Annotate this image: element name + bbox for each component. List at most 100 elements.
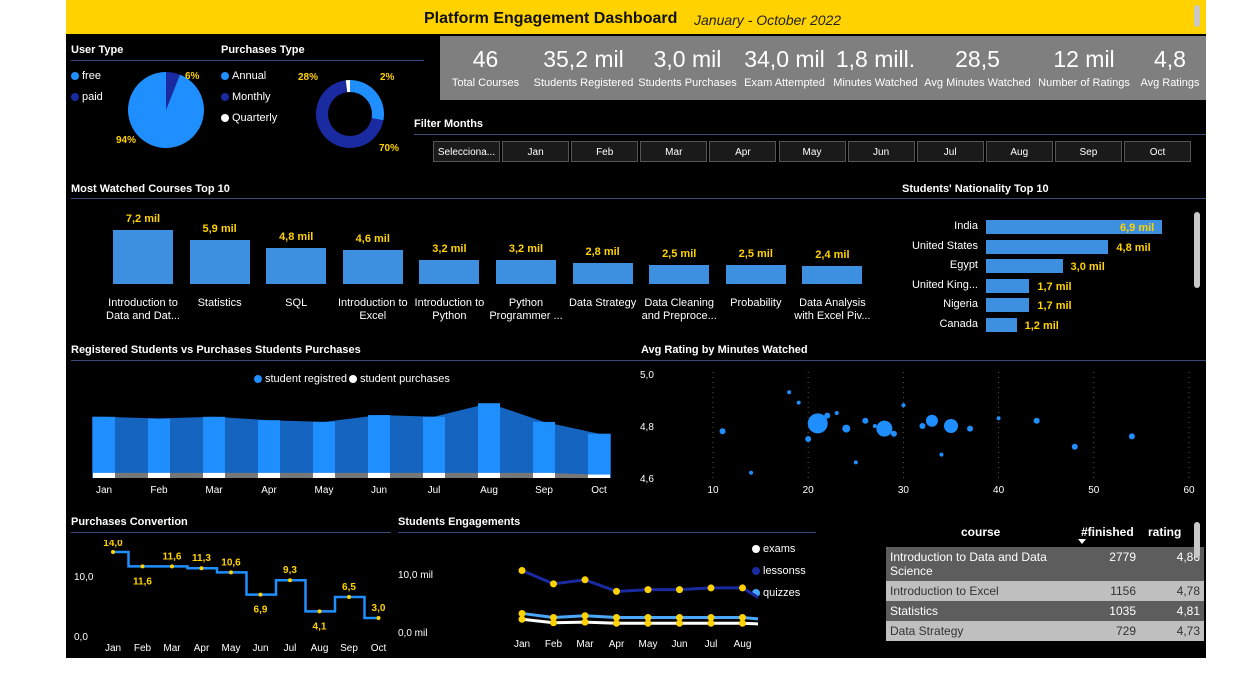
registered-bar[interactable] xyxy=(588,433,610,478)
conversion-point[interactable] xyxy=(229,570,233,575)
registered-bar[interactable] xyxy=(533,421,555,478)
scatter-point[interactable] xyxy=(834,411,839,415)
scatter-point[interactable] xyxy=(1071,443,1078,450)
engagement-point[interactable] xyxy=(613,614,620,621)
scatter-point[interactable] xyxy=(749,470,754,475)
filter-month-button[interactable]: Apr xyxy=(709,141,777,162)
conversion-point[interactable] xyxy=(258,592,263,597)
scatter-point[interactable] xyxy=(842,424,851,433)
purchases-bar[interactable] xyxy=(93,472,115,478)
engagements-legend-quizzes[interactable]: quizzes xyxy=(752,587,800,599)
engagement-point[interactable] xyxy=(707,584,715,592)
nationality-bar[interactable] xyxy=(986,239,1109,254)
purchases-type-legend-monthly[interactable]: Monthly xyxy=(221,91,271,103)
conversion-point[interactable] xyxy=(140,564,145,569)
scatter-point[interactable] xyxy=(805,436,812,442)
registered-bar[interactable] xyxy=(93,416,115,478)
engagement-point[interactable] xyxy=(518,609,526,617)
scatter-point[interactable] xyxy=(824,412,831,419)
registered-bar[interactable] xyxy=(313,421,335,478)
nationality-bar[interactable] xyxy=(986,317,1017,332)
table-row[interactable]: Statistics 1035 4,81 xyxy=(886,601,1204,621)
engagement-point[interactable] xyxy=(676,614,683,621)
purchases-bar[interactable] xyxy=(148,472,170,478)
nationality-bar[interactable] xyxy=(986,278,1030,293)
conversion-point[interactable] xyxy=(288,578,292,583)
purchases-bar[interactable] xyxy=(258,472,280,478)
course-bar[interactable] xyxy=(419,260,480,284)
filter-month-button[interactable]: Jul xyxy=(916,141,984,162)
conversion-point[interactable] xyxy=(170,564,174,569)
engagement-point[interactable] xyxy=(707,614,715,621)
purchases-bar[interactable] xyxy=(588,474,610,478)
user-type-legend-free[interactable]: free xyxy=(71,70,101,82)
engagement-point[interactable] xyxy=(550,580,557,588)
scatter-point[interactable] xyxy=(787,390,792,395)
engagement-point[interactable] xyxy=(518,567,526,575)
engagement-point[interactable] xyxy=(613,587,620,595)
table-header-finished[interactable]: #finished xyxy=(1081,525,1134,539)
engagement-point[interactable] xyxy=(550,614,557,621)
filter-month-button[interactable]: May xyxy=(778,141,846,162)
engagements-legend-exams[interactable]: exams xyxy=(752,543,795,555)
filter-month-button[interactable]: Jun xyxy=(847,141,915,162)
filter-month-button[interactable]: Mar xyxy=(640,141,708,162)
table-scrollbar[interactable] xyxy=(1194,522,1200,558)
nationality-scrollbar[interactable] xyxy=(1194,212,1200,288)
top-scrollbar[interactable] xyxy=(1194,5,1200,27)
scatter-point[interactable] xyxy=(939,452,944,457)
conversion-point[interactable] xyxy=(317,609,322,614)
registered-bar[interactable] xyxy=(148,418,170,479)
filter-month-button[interactable]: Aug xyxy=(985,141,1053,162)
purchases-bar[interactable] xyxy=(533,472,555,478)
user-type-pie[interactable] xyxy=(126,70,206,150)
engagement-point[interactable] xyxy=(739,584,746,592)
scatter-point[interactable] xyxy=(919,423,926,429)
scatter-point[interactable] xyxy=(872,424,877,428)
scatter-point[interactable] xyxy=(719,428,726,435)
conversion-point[interactable] xyxy=(199,566,204,571)
conversion-point[interactable] xyxy=(347,595,351,599)
scatter-point[interactable] xyxy=(1128,433,1135,440)
registered-bar[interactable] xyxy=(368,415,390,478)
nationality-bar[interactable] xyxy=(986,298,1030,312)
course-bar[interactable] xyxy=(342,249,403,284)
registered-legend-registered[interactable]: student registred xyxy=(254,373,347,385)
table-row[interactable]: Introduction to Excel 1156 4,78 xyxy=(886,581,1204,601)
conversion-point[interactable] xyxy=(376,616,381,620)
user-type-legend-paid[interactable]: paid xyxy=(71,91,103,103)
purchases-type-legend-quarterly[interactable]: Quarterly xyxy=(221,112,277,124)
scatter-point[interactable] xyxy=(925,414,938,427)
engagement-point[interactable] xyxy=(739,614,746,621)
purchases-bar[interactable] xyxy=(313,472,335,478)
purchases-type-donut[interactable] xyxy=(314,78,386,150)
course-bar[interactable] xyxy=(189,239,250,284)
filter-month-button[interactable]: Selecciona... xyxy=(433,141,500,162)
engagement-point[interactable] xyxy=(644,614,652,621)
registered-bar[interactable] xyxy=(423,416,445,478)
scatter-point[interactable] xyxy=(901,403,906,408)
filter-month-button[interactable]: Oct xyxy=(1124,141,1191,162)
table-header-rating[interactable]: rating xyxy=(1148,525,1181,539)
nationality-bar[interactable] xyxy=(986,259,1063,273)
scatter-point[interactable] xyxy=(876,420,893,437)
pie-slice[interactable] xyxy=(127,72,204,148)
purchases-bar[interactable] xyxy=(478,472,500,478)
scatter-point[interactable] xyxy=(996,416,1001,421)
course-bar[interactable] xyxy=(649,265,710,284)
scatter-point[interactable] xyxy=(944,419,958,433)
course-bar[interactable] xyxy=(572,263,633,284)
engagements-legend-lessons[interactable]: lessonss xyxy=(752,565,806,577)
purchases-bar[interactable] xyxy=(368,472,390,478)
purchases-type-legend-annual[interactable]: Annual xyxy=(221,70,266,82)
purchases-bar[interactable] xyxy=(423,472,445,478)
filter-month-button[interactable]: Sep xyxy=(1054,141,1122,162)
engagement-point[interactable] xyxy=(676,586,683,594)
engagement-point[interactable] xyxy=(644,586,652,594)
table-row[interactable]: Data Strategy 729 4,73 xyxy=(886,621,1204,641)
engagement-point[interactable] xyxy=(581,618,589,626)
purchases-bar[interactable] xyxy=(203,472,225,478)
scatter-point[interactable] xyxy=(967,425,974,432)
registered-bar[interactable] xyxy=(258,420,280,478)
table-row[interactable]: Introduction to Data and Data Science 277… xyxy=(886,547,1204,581)
